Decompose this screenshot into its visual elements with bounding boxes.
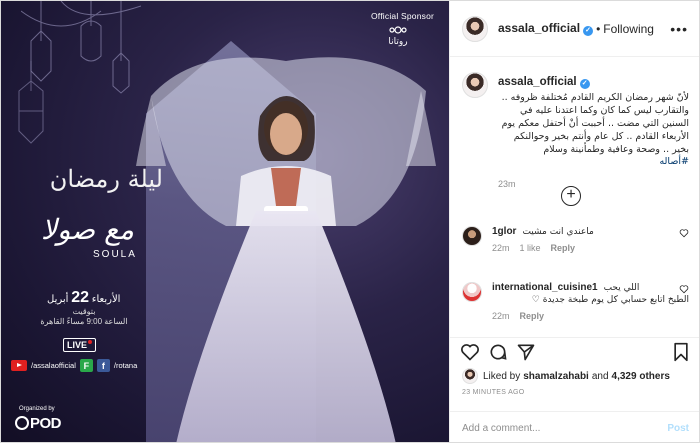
facebook-icon: f	[96, 359, 110, 372]
live-dot-icon	[88, 340, 93, 344]
like-comment-heart-icon[interactable]	[679, 228, 689, 238]
add-comment-bar: Post	[450, 411, 699, 442]
header-username[interactable]: assala_official ✓	[498, 21, 594, 36]
organized-by-label: Organized by	[19, 406, 55, 412]
liked-by-and: and	[591, 370, 609, 382]
post-caption: assala_official ✓ لأنّ شهر رمضان الكريم ا…	[450, 58, 699, 189]
comment-input[interactable]	[462, 422, 668, 434]
social-strip: /assalaofficial F f /rotana	[11, 359, 137, 372]
rotana-wordmark: روتانا	[388, 37, 407, 47]
lantern-decoration	[18, 61, 44, 144]
post-actions-bar	[450, 337, 699, 363]
comment-text: اللي يحب	[603, 283, 640, 293]
rotana-logo: روتانا	[388, 26, 408, 47]
live-label: LIVE	[67, 340, 88, 350]
show-title: ليلة رمضان	[49, 165, 163, 193]
comment-time: 22m	[492, 311, 510, 321]
show-host-name: مع صولا	[41, 213, 135, 246]
instagram-post-window: Official Sponsor روتانا ليلة رمضان مع صو…	[0, 0, 700, 443]
comment-item: international_cuisine1 اللي يحب الطبخ ات…	[462, 282, 689, 321]
heart-icon[interactable]	[460, 342, 480, 362]
reply-button[interactable]: Reply	[520, 311, 545, 321]
air-time-line1: بتوقيت	[72, 307, 96, 316]
air-date: الأربعاء 22 أبريل	[47, 289, 120, 307]
live-badge: LIVE	[63, 338, 97, 352]
likes-count[interactable]: 4,329 others	[612, 371, 670, 382]
verified-badge-icon: ✓	[583, 26, 594, 36]
air-time: بتوقيت الساعة 9:00 مساءً القاهرة	[35, 307, 133, 327]
liked-by: Liked by shamalzahabi and 4,329 others	[462, 368, 673, 384]
more-options-icon[interactable]: •••	[670, 21, 688, 37]
air-month: أبريل	[47, 294, 69, 305]
comment-username[interactable]: international_cuisine1	[492, 282, 598, 293]
caption-text: لأنّ شهر رمضان الكريم القادم مُختلفة ظرو…	[501, 92, 689, 155]
avatar[interactable]	[462, 368, 478, 384]
radio-logo-icon: F	[79, 359, 93, 372]
reply-button[interactable]: Reply	[551, 243, 576, 253]
air-day-number: 22	[71, 289, 90, 306]
youtube-icon	[11, 360, 27, 371]
pod-ring-icon	[15, 416, 29, 430]
caption-hashtag[interactable]: #أصاله	[498, 156, 689, 167]
load-more-comments-button[interactable]: +	[561, 186, 581, 206]
post-comment-button[interactable]: Post	[667, 423, 689, 434]
caption-username[interactable]: assala_official ✓	[498, 76, 590, 89]
avatar[interactable]	[462, 15, 488, 42]
caption-time: 23m	[498, 179, 516, 189]
share-icon[interactable]	[516, 342, 536, 362]
comment-item: 1glor ماعندي انت مشيت 22m 1 like Reply	[462, 226, 689, 253]
social-handle: /assalaofficial	[31, 361, 76, 370]
show-host-latin: SOULA	[93, 249, 137, 260]
avatar[interactable]	[462, 282, 482, 302]
pod-logo: POD	[15, 415, 62, 432]
comment-username[interactable]: 1glor	[492, 226, 516, 237]
separator: •	[596, 21, 601, 36]
comment-icon[interactable]	[488, 342, 508, 362]
comment-text-continued: الطبخ اتابع حسابي كل يوم طبخة جديدة ♡	[531, 295, 689, 305]
following-button[interactable]: Following	[603, 22, 654, 36]
avatar[interactable]	[462, 72, 488, 98]
post-header: assala_official ✓ • Following •••	[450, 1, 699, 57]
liked-by-user[interactable]: shamalzahabi	[523, 371, 589, 382]
air-day-name: الأربعاء	[91, 294, 121, 305]
comments-section: assala_official ✓ لأنّ شهر رمضان الكريم ا…	[450, 58, 699, 334]
singer-figure	[136, 57, 436, 442]
rotana-handle: /rotana	[113, 361, 138, 370]
avatar[interactable]	[462, 226, 482, 246]
comment-time: 22m	[492, 243, 510, 253]
liked-by-prefix: Liked by	[483, 370, 521, 382]
sponsor-label: Official Sponsor	[371, 11, 435, 21]
air-time-line2: الساعة 9:00 مساءً القاهرة	[40, 317, 128, 326]
post-image[interactable]: Official Sponsor روتانا ليلة رمضان مع صو…	[1, 1, 449, 442]
verified-badge-icon: ✓	[579, 79, 590, 89]
post-timestamp[interactable]: 23 MINUTES AGO	[462, 389, 525, 396]
comment-text: ماعندي انت مشيت	[522, 227, 594, 237]
post-details-panel: assala_official ✓ • Following ••• assala_…	[449, 1, 699, 442]
bookmark-icon[interactable]	[672, 342, 690, 362]
comment-likes[interactable]: 1 like	[520, 243, 541, 253]
like-comment-heart-icon[interactable]	[679, 284, 689, 294]
